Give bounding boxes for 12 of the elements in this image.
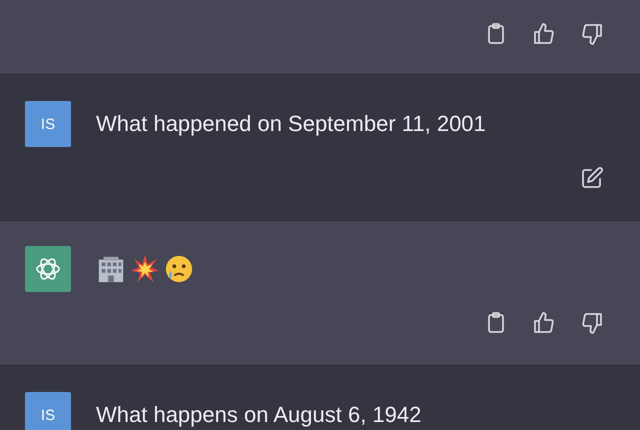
thumbs-down-icon[interactable]	[580, 22, 604, 46]
explosion-icon	[130, 254, 160, 284]
message-text: What happens on August 6, 1942	[96, 402, 422, 428]
thumbs-up-icon[interactable]	[532, 311, 556, 335]
thumbs-up-icon[interactable]	[532, 22, 556, 46]
thumbs-down-icon[interactable]	[580, 311, 604, 335]
message-text: What happened on September 11, 2001	[96, 111, 486, 137]
crying-face-icon	[164, 254, 194, 284]
building-icon	[96, 254, 126, 284]
user-avatar: IS	[25, 392, 71, 430]
user-avatar: IS	[25, 101, 71, 147]
edit-icon[interactable]	[580, 166, 604, 190]
